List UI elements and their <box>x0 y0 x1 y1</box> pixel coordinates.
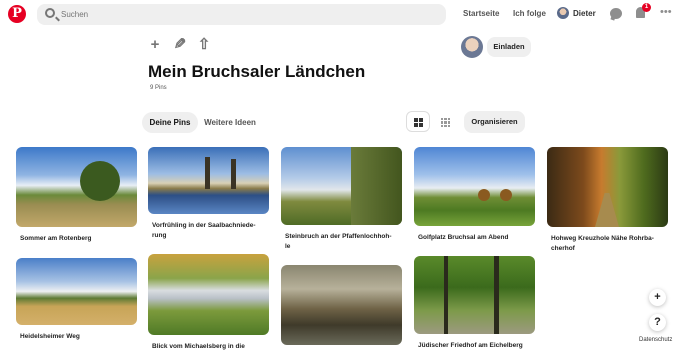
nav-following-link[interactable]: Ich folge <box>513 9 546 18</box>
pin-image[interactable] <box>414 147 535 226</box>
pin-caption: Vorfrühling in der Saalbachniede- rung <box>152 222 256 240</box>
user-avatar[interactable] <box>557 7 569 19</box>
add-fab-button[interactable]: + <box>649 289 666 306</box>
user-name[interactable]: Dieter <box>573 9 596 18</box>
search-input[interactable] <box>61 7 431 22</box>
tab-your-pins[interactable]: Deine Pins <box>142 112 198 133</box>
pin-caption: Hohweg Kreuzhole Nähe Rohrba- cherhof <box>551 235 654 253</box>
edit-pencil-icon[interactable]: ✎ <box>173 36 187 53</box>
pin-image[interactable] <box>148 254 269 335</box>
search-icon <box>45 8 55 18</box>
pin-image[interactable] <box>16 258 137 325</box>
path-shape <box>595 193 619 227</box>
trees-shape <box>351 147 402 225</box>
pin-caption: Steinbruch an der Pfaffenlochhoh- le <box>285 233 392 251</box>
pin-image[interactable] <box>414 256 535 334</box>
notification-badge: 1 <box>642 3 651 12</box>
tree-shape <box>231 159 236 189</box>
pin-image[interactable] <box>547 147 668 227</box>
compact-grid-icon <box>441 118 450 127</box>
tree-shape <box>444 256 448 334</box>
organize-button[interactable]: Organisieren <box>464 111 525 133</box>
pin-card[interactable] <box>281 265 402 345</box>
collaborator-avatar[interactable] <box>461 36 483 58</box>
nav-home-link[interactable]: Startseite <box>463 9 499 18</box>
tree-shape <box>478 189 490 201</box>
invite-button[interactable]: Einladen <box>487 37 531 57</box>
pin-caption: Blick vom Michaelsberg in die <box>152 343 245 350</box>
pin-count: 9 Pins <box>150 85 167 91</box>
board-title: Mein Bruchsaler Ländchen <box>148 62 366 81</box>
pin-card[interactable]: Jüdischer Friedhof am Eichelberg <box>414 256 535 351</box>
pin-caption: Sommer am Rotenberg <box>20 235 92 242</box>
tab-more-ideas[interactable]: Weitere Ideen <box>199 112 261 133</box>
tree-shape <box>500 189 512 201</box>
pin-image[interactable] <box>16 147 137 227</box>
help-fab-button[interactable]: ? <box>649 314 666 331</box>
large-grid-icon <box>414 118 423 127</box>
tree-shape <box>494 256 499 334</box>
pin-card[interactable]: Blick vom Michaelsberg in die <box>148 254 269 352</box>
pin-card[interactable]: Golfplatz Bruchsal am Abend <box>414 147 535 243</box>
pin-card[interactable]: Steinbruch an der Pfaffenlochhoh- le <box>281 147 402 252</box>
top-bar: P Startseite Ich folge Dieter 1 ••• <box>0 0 683 30</box>
pin-image[interactable] <box>281 265 402 345</box>
pin-image[interactable] <box>148 147 269 214</box>
pin-card[interactable]: Sommer am Rotenberg <box>16 147 137 244</box>
pin-image[interactable] <box>281 147 402 225</box>
pin-card[interactable]: Vorfrühling in der Saalbachniede- rung <box>148 147 269 241</box>
chat-icon[interactable] <box>610 8 622 19</box>
add-icon[interactable]: + <box>148 37 162 52</box>
pinterest-logo-icon[interactable]: P <box>8 5 26 23</box>
compact-grid-view-button[interactable] <box>433 111 457 132</box>
privacy-link[interactable]: Datenschutz <box>639 337 672 343</box>
large-grid-view-button[interactable] <box>406 111 430 132</box>
pin-card[interactable]: Hohweg Kreuzhole Nähe Rohrba- cherhof <box>547 147 668 254</box>
share-icon[interactable]: ⇧ <box>197 37 211 52</box>
pin-card[interactable]: Heidelsheimer Weg <box>16 258 137 342</box>
tree-shape <box>205 157 210 189</box>
search-bar[interactable] <box>37 4 446 25</box>
pin-caption: Heidelsheimer Weg <box>20 333 80 340</box>
tree-shape <box>80 161 120 201</box>
more-options-icon[interactable]: ••• <box>660 6 672 18</box>
pin-caption: Golfplatz Bruchsal am Abend <box>418 234 509 241</box>
